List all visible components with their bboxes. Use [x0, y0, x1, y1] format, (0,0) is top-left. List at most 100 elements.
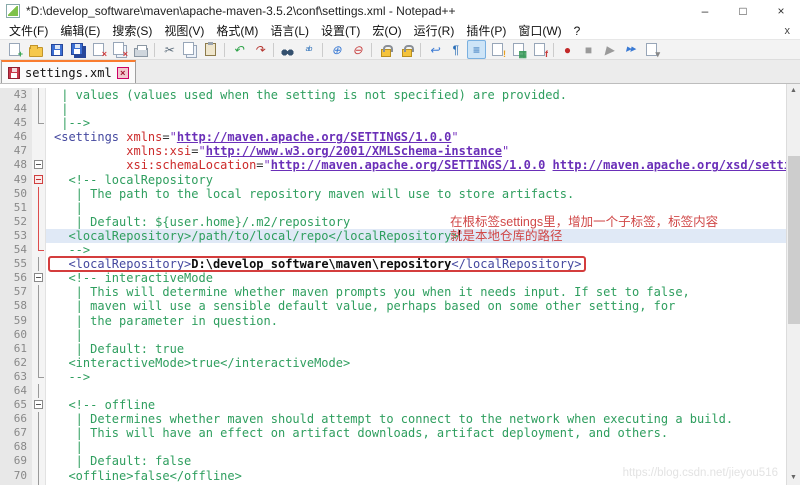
print-icon[interactable] — [131, 40, 150, 59]
code-text[interactable]: <localRepository>D:\develop_software\mav… — [46, 257, 786, 271]
menu-item-language[interactable]: 语言(L) — [264, 22, 315, 39]
show-all-chars-icon[interactable]: ¶ — [446, 40, 465, 59]
editor-line-48[interactable]: 48 xsi:schemaLocation="http://maven.apac… — [0, 158, 786, 173]
editor-line-45[interactable]: 45 |--> — [0, 116, 786, 131]
code-text[interactable]: | — [46, 328, 786, 342]
paste-icon[interactable] — [201, 40, 220, 59]
code-text[interactable]: | values (values used when the setting i… — [46, 88, 786, 102]
scroll-up-icon[interactable]: ▲ — [787, 84, 800, 98]
close-all-icon[interactable]: × — [110, 40, 129, 59]
menubar-close-icon[interactable]: x — [785, 25, 800, 37]
code-text[interactable]: <interactiveMode>true</interactiveMode> — [46, 356, 786, 370]
code-text[interactable]: |--> — [46, 116, 786, 130]
code-text[interactable]: xsi:schemaLocation="http://maven.apache.… — [46, 158, 786, 172]
code-text[interactable]: | This will have an effect on artifact d… — [46, 426, 786, 440]
menu-item-window[interactable]: 窗口(W) — [512, 22, 567, 39]
menu-item-help[interactable]: ? — [568, 24, 587, 38]
tab-close-icon[interactable]: × — [116, 66, 129, 79]
code-text[interactable]: --> — [46, 243, 786, 257]
fold-toggle-icon[interactable] — [32, 158, 46, 173]
close-button[interactable]: × — [762, 0, 800, 22]
code-text[interactable]: <!-- localRepository — [46, 173, 786, 187]
editor-line-61[interactable]: 61 | Default: true — [0, 341, 786, 356]
fold-toggle-icon[interactable] — [32, 172, 46, 187]
editor-line-62[interactable]: 62 <interactiveMode>true</interactiveMod… — [0, 355, 786, 370]
menu-item-settings[interactable]: 设置(T) — [315, 22, 366, 39]
macro-record-icon[interactable]: ● — [558, 40, 577, 59]
menu-item-plugins[interactable]: 插件(P) — [460, 22, 512, 39]
redo-icon[interactable]: ↷ — [250, 40, 269, 59]
editor-line-56[interactable]: 56 <!-- interactiveMode — [0, 271, 786, 286]
editor-line-46[interactable]: 46 <settings xmlns="http://maven.apache.o… — [0, 130, 786, 145]
macro-save-icon[interactable]: ▾ — [642, 40, 661, 59]
editor-line-65[interactable]: 65 <!-- offline — [0, 398, 786, 413]
save-all-icon[interactable] — [68, 40, 87, 59]
editor-line-59[interactable]: 59 | the parameter in question. — [0, 313, 786, 328]
editor-line-68[interactable]: 68 | — [0, 440, 786, 455]
code-text[interactable] — [46, 384, 786, 398]
scroll-down-icon[interactable]: ▼ — [787, 471, 800, 485]
cut-icon[interactable]: ✂ — [159, 40, 178, 59]
code-text[interactable]: <!-- interactiveMode — [46, 271, 786, 285]
editor-line-47[interactable]: 47 xmlns:xsi="http://www.w3.org/2001/XML… — [0, 144, 786, 159]
code-text[interactable]: xmlns:xsi="http://www.w3.org/2001/XMLSch… — [46, 144, 786, 158]
sync-vertical-icon[interactable] — [376, 40, 395, 59]
code-text[interactable]: | maven will use a sensible default valu… — [46, 299, 786, 313]
editor-line-66[interactable]: 66 | Determines whether maven should att… — [0, 412, 786, 427]
tab-settings-xml[interactable]: settings.xml × — [1, 60, 136, 83]
sync-horizontal-icon[interactable] — [397, 40, 416, 59]
code-text[interactable]: | Determines whether maven should attemp… — [46, 412, 786, 426]
macro-play-icon[interactable]: ▶ — [600, 40, 619, 59]
editor-line-67[interactable]: 67 | This will have an effect on artifac… — [0, 426, 786, 441]
replace-icon[interactable]: ab — [299, 40, 318, 59]
editor-line-57[interactable]: 57 | This will determine whether maven p… — [0, 285, 786, 300]
editor-line-50[interactable]: 50 | The path to the local repository ma… — [0, 186, 786, 201]
minimize-button[interactable]: – — [686, 0, 724, 22]
code-text[interactable]: <localRepository>/path/to/local/repo</lo… — [46, 228, 786, 244]
open-file-icon[interactable] — [26, 40, 45, 59]
code-text[interactable]: | The path to the local repository maven… — [46, 187, 786, 201]
editor-line-49[interactable]: 49 <!-- localRepository — [0, 172, 786, 187]
user-defined-lang-icon[interactable]: ! — [488, 40, 507, 59]
vertical-scrollbar[interactable]: ▲ ▼ — [786, 84, 800, 485]
menu-item-view[interactable]: 视图(V) — [158, 22, 210, 39]
fold-toggle-icon[interactable] — [32, 398, 46, 413]
zoom-out-icon[interactable]: ⊖ — [348, 40, 367, 59]
code-editor[interactable]: 43 | values (values used when the settin… — [0, 84, 786, 485]
macro-run-multiple-icon[interactable]: ▶▶ — [621, 40, 640, 59]
editor-line-52[interactable]: 52 | Default: ${user.home}/.m2/repositor… — [0, 214, 786, 229]
code-text[interactable]: <!-- offline — [46, 398, 786, 412]
menu-item-file[interactable]: 文件(F) — [3, 22, 54, 39]
close-icon[interactable]: × — [89, 40, 108, 59]
code-text[interactable]: | Default: true — [46, 342, 786, 356]
code-text[interactable]: --> — [46, 370, 786, 384]
editor-line-51[interactable]: 51 | — [0, 200, 786, 215]
editor-line-43[interactable]: 43 | values (values used when the settin… — [0, 88, 786, 103]
editor-line-64[interactable]: 64 — [0, 383, 786, 399]
editor-line-53[interactable]: 53 <localRepository>/path/to/local/repo<… — [0, 228, 786, 244]
menu-item-search[interactable]: 搜索(S) — [106, 22, 158, 39]
editor-line-60[interactable]: 60 | — [0, 327, 786, 342]
menu-item-edit[interactable]: 编辑(E) — [54, 22, 106, 39]
scrollbar-thumb[interactable] — [788, 156, 800, 324]
code-text[interactable]: | — [46, 201, 786, 215]
word-wrap-icon[interactable]: ↩ — [425, 40, 444, 59]
macro-stop-icon[interactable]: ■ — [579, 40, 598, 59]
editor-line-63[interactable]: 63 --> — [0, 369, 786, 384]
code-text[interactable]: | Default: ${user.home}/.m2/repository 在根… — [46, 215, 786, 229]
menu-item-format[interactable]: 格式(M) — [210, 22, 264, 39]
undo-icon[interactable]: ↶ — [229, 40, 248, 59]
copy-icon[interactable] — [180, 40, 199, 59]
editor-line-58[interactable]: 58 | maven will use a sensible default v… — [0, 299, 786, 314]
menu-item-run[interactable]: 运行(R) — [408, 22, 461, 39]
indent-guide-icon[interactable]: ≡ — [467, 40, 486, 59]
editor-line-55[interactable]: 55 <localRepository>D:\develop_software\… — [0, 256, 786, 273]
save-icon[interactable] — [47, 40, 66, 59]
find-icon[interactable] — [278, 40, 297, 59]
new-file-icon[interactable]: + — [5, 40, 24, 59]
code-text[interactable]: | the parameter in question. — [46, 314, 786, 328]
code-text[interactable]: <settings xmlns="http://maven.apache.org… — [46, 130, 786, 144]
zoom-in-icon[interactable]: ⊕ — [327, 40, 346, 59]
code-text[interactable]: | — [46, 102, 786, 116]
fold-toggle-icon[interactable] — [32, 271, 46, 286]
